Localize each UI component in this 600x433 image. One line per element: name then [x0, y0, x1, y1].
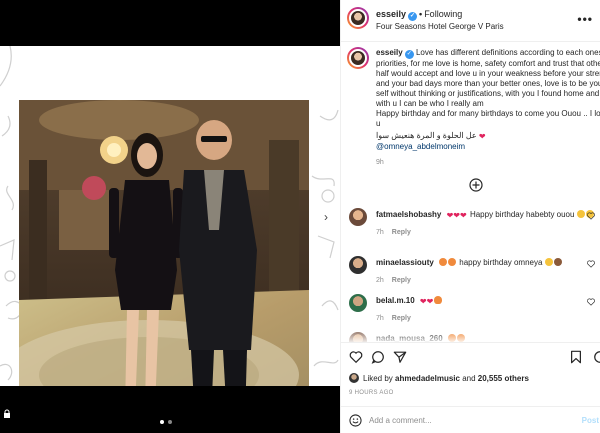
post-details-panel: esseily ✓ • Following Four Seasons Hotel Ge…	[340, 0, 600, 433]
comment-text: fatmaelshobashy ❤❤❤ Happy birthday habeb…	[376, 210, 595, 220]
caption-avatar[interactable]	[347, 47, 369, 69]
comment-meta: 2h Reply	[376, 277, 419, 284]
comment-bubble-icon[interactable]	[371, 350, 385, 364]
liker-username[interactable]: ahmedadelmusic	[395, 374, 460, 383]
liked-by-and: and	[462, 374, 476, 383]
comment-body: Happy birthday habebty ouou	[469, 210, 575, 219]
reply-button[interactable]: Reply	[392, 315, 411, 322]
comment-like-icon[interactable]	[587, 260, 595, 268]
post-header: esseily ✓ • Following Four Seasons Hotel Ge…	[341, 0, 600, 42]
heart-emoji-icon: ❤	[478, 132, 486, 141]
comment-like-icon[interactable]	[587, 298, 595, 306]
post-media-background	[0, 46, 340, 386]
post-caption: esseily ✓ Love has different definitions …	[376, 48, 600, 168]
comment-text: belal.m.10 ❤❤	[376, 296, 443, 306]
verified-icon: ✓	[408, 12, 418, 21]
next-media-button[interactable]: ›	[317, 208, 335, 226]
comment-time: 2h	[376, 277, 384, 284]
following-button[interactable]: Following	[424, 9, 462, 19]
add-comment-bar: Post	[341, 406, 600, 433]
load-more-comments-icon[interactable]	[469, 178, 483, 192]
caption-line: u	[376, 119, 381, 128]
media-viewer: ›	[0, 0, 340, 433]
carousel-dots	[160, 420, 172, 424]
verified-icon: ✓	[404, 50, 414, 59]
caption-mention[interactable]: @omneya_abdelmoneim	[376, 142, 600, 152]
add-comment-input[interactable]	[369, 412, 569, 428]
comment-username[interactable]: belal.m.10	[376, 296, 415, 305]
caption-line: and your bad days more than your better …	[376, 79, 600, 88]
reply-button[interactable]: Reply	[392, 277, 411, 284]
caption-line: half would accept and love u in your wea…	[376, 69, 600, 78]
post-timestamp: 9 HOURS AGO	[349, 390, 394, 396]
separator-dot: •	[419, 9, 423, 19]
heart-emoji-icon: ❤❤	[419, 297, 434, 306]
post-actions-bar	[341, 342, 600, 372]
caption-line: with u I can be who I really am	[376, 99, 484, 108]
comment-text: minaelassiouty happy birthday omneya	[376, 258, 563, 267]
author-line: esseily ✓ • Following	[376, 9, 462, 21]
carousel-dot	[168, 420, 172, 424]
emoji-picker-icon[interactable]	[349, 414, 362, 427]
emoji-icon	[448, 258, 457, 266]
liker-avatar[interactable]	[349, 373, 359, 383]
bookmark-icon[interactable]	[569, 350, 583, 364]
comment-like-icon[interactable]	[587, 212, 595, 220]
caption-arabic: عل الحلوة و المرة هنعيش سوا	[376, 131, 477, 140]
caption-line: self without thinking or justifications,…	[376, 89, 600, 98]
smile-emoji-icon	[576, 210, 585, 218]
comment-username[interactable]: minaelassiouty	[376, 258, 434, 267]
comment-meta: 7h Reply	[376, 315, 419, 322]
emoji-icon	[439, 258, 448, 266]
post-comment-button[interactable]: Post	[582, 416, 599, 425]
fire-emoji-icon	[434, 296, 443, 304]
caption-line: Happy birthday and for many birthdays to…	[376, 109, 600, 118]
carousel-dot	[160, 420, 164, 424]
caption-line: Love has different definitions according…	[415, 48, 600, 57]
comment-username[interactable]: fatmaelshobashy	[376, 210, 441, 219]
heart-emoji-icon: ❤❤❤	[446, 211, 467, 220]
author-avatar[interactable]	[347, 7, 369, 29]
caption-line: priorities, for me love is home, safety …	[376, 59, 600, 68]
like-heart-icon[interactable]	[349, 350, 363, 364]
post-photo	[19, 100, 309, 386]
caption-time: 9h	[376, 159, 384, 166]
commenter-avatar[interactable]	[349, 256, 367, 274]
author-username[interactable]: esseily	[376, 9, 406, 19]
share-paper-plane-icon[interactable]	[393, 350, 407, 364]
comment-time: 7h	[376, 315, 384, 322]
comment-body: happy birthday omneya	[459, 258, 543, 267]
more-options-icon[interactable]	[593, 350, 600, 364]
liked-by-prefix: Liked by	[363, 374, 393, 383]
comment-meta: 7h Reply	[376, 229, 419, 236]
commenter-avatar[interactable]	[349, 294, 367, 312]
likes-summary: Liked by ahmedadelmusic and 20,555 other…	[349, 373, 529, 383]
caption-username[interactable]: esseily	[376, 48, 403, 57]
smile-emoji-icon	[544, 258, 553, 266]
location-link[interactable]: Four Seasons Hotel George V Paris	[376, 22, 504, 31]
likes-count[interactable]: 20,555 others	[478, 374, 529, 383]
commenter-avatar[interactable]	[349, 208, 367, 226]
reply-button[interactable]: Reply	[392, 229, 411, 236]
lock-icon	[4, 409, 10, 418]
more-options-icon[interactable]: •••	[577, 12, 593, 26]
cake-emoji-icon	[553, 258, 562, 266]
comment-time: 7h	[376, 229, 384, 236]
